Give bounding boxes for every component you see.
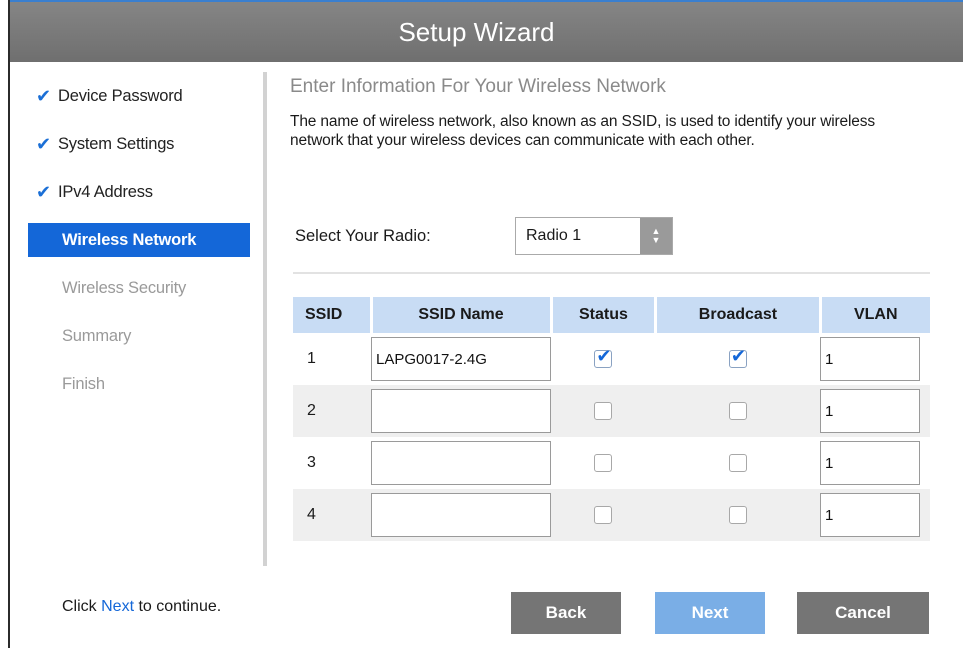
footer-hint: Click Next to continue. bbox=[62, 598, 221, 616]
hint-suffix: to continue. bbox=[134, 598, 222, 615]
ssid-name-input[interactable] bbox=[371, 493, 551, 537]
window-title: Setup Wizard bbox=[10, 2, 963, 62]
select-arrows-icon[interactable]: ▲ ▼ bbox=[640, 218, 672, 254]
header-status: Status bbox=[549, 297, 656, 333]
wireless-network-panel: Enter Information For Your Wireless Netw… bbox=[290, 76, 940, 150]
step-label: IPv4 Address bbox=[58, 182, 153, 201]
header-ssid-name: SSID Name bbox=[369, 297, 551, 333]
ssid-name-input[interactable] bbox=[371, 389, 551, 433]
setup-wizard-window: Setup Wizard ✔ Device Password ✔ System … bbox=[0, 0, 963, 648]
ssid-number: 1 bbox=[307, 350, 316, 367]
step-device-password: ✔ Device Password bbox=[28, 72, 250, 120]
broadcast-checkbox[interactable] bbox=[728, 401, 747, 420]
vlan-input[interactable] bbox=[820, 337, 920, 381]
checkmark-icon: ✔ bbox=[36, 181, 51, 202]
status-checkbox[interactable] bbox=[594, 346, 613, 368]
broadcast-checkbox[interactable] bbox=[728, 453, 747, 472]
broadcast-checkbox[interactable] bbox=[728, 505, 747, 524]
vlan-input[interactable] bbox=[820, 493, 920, 537]
cancel-button[interactable]: Cancel bbox=[797, 592, 929, 634]
section-heading: Enter Information For Your Wireless Netw… bbox=[290, 76, 666, 97]
status-checkbox[interactable] bbox=[594, 505, 613, 524]
step-wireless-security: Wireless Security bbox=[28, 264, 250, 312]
radio-label: Select Your Radio: bbox=[295, 226, 431, 245]
header-vlan: VLAN bbox=[818, 297, 930, 333]
step-label: Device Password bbox=[58, 86, 183, 105]
step-summary: Summary bbox=[28, 312, 250, 360]
table-row: 4 bbox=[293, 489, 930, 541]
step-label: Summary bbox=[62, 326, 132, 345]
table-row: 2 bbox=[293, 385, 930, 437]
ssid-name-input[interactable] bbox=[371, 441, 551, 485]
radio-select[interactable]: Radio 1 ▲ ▼ bbox=[515, 217, 673, 255]
table-row: 1 bbox=[293, 333, 930, 385]
vlan-input[interactable] bbox=[820, 441, 920, 485]
checkmark-icon: ✔ bbox=[36, 85, 51, 106]
step-ipv4-address: ✔ IPv4 Address bbox=[28, 168, 250, 216]
window-left-edge bbox=[0, 0, 10, 648]
wizard-steps: ✔ Device Password ✔ System Settings ✔ IP… bbox=[28, 72, 250, 408]
radio-selector-row: Select Your Radio: Radio 1 ▲ ▼ bbox=[295, 217, 673, 255]
next-button[interactable]: Next bbox=[655, 592, 765, 634]
step-label: Finish bbox=[62, 374, 105, 393]
ssid-number: 3 bbox=[307, 454, 316, 471]
ssid-table: SSID SSID Name Status Broadcast VLAN 1 2 bbox=[293, 297, 930, 541]
header-ssid: SSID bbox=[293, 297, 371, 333]
step-finish: Finish bbox=[28, 360, 250, 408]
section-divider bbox=[293, 272, 930, 274]
header-broadcast: Broadcast bbox=[654, 297, 820, 333]
hint-next-link[interactable]: Next bbox=[101, 598, 134, 615]
vlan-input[interactable] bbox=[820, 389, 920, 433]
step-label: Wireless Network bbox=[62, 230, 197, 249]
broadcast-checkbox[interactable] bbox=[728, 346, 747, 368]
section-description: The name of wireless network, also known… bbox=[290, 113, 875, 149]
step-label: System Settings bbox=[58, 134, 175, 153]
table-row: 3 bbox=[293, 437, 930, 489]
ssid-name-input[interactable] bbox=[371, 337, 551, 381]
radio-select-value: Radio 1 bbox=[526, 227, 582, 244]
back-button[interactable]: Back bbox=[511, 592, 621, 634]
step-system-settings: ✔ System Settings bbox=[28, 120, 250, 168]
step-label: Wireless Security bbox=[62, 278, 187, 297]
step-wireless-network: Wireless Network bbox=[28, 223, 250, 257]
ssid-number: 2 bbox=[293, 385, 371, 437]
ssid-number: 4 bbox=[293, 489, 371, 541]
hint-prefix: Click bbox=[62, 598, 102, 615]
status-checkbox[interactable] bbox=[594, 453, 613, 472]
table-header-row: SSID SSID Name Status Broadcast VLAN bbox=[293, 297, 930, 333]
status-checkbox[interactable] bbox=[594, 401, 613, 420]
sidebar-divider bbox=[263, 72, 267, 566]
checkmark-icon: ✔ bbox=[36, 133, 51, 154]
